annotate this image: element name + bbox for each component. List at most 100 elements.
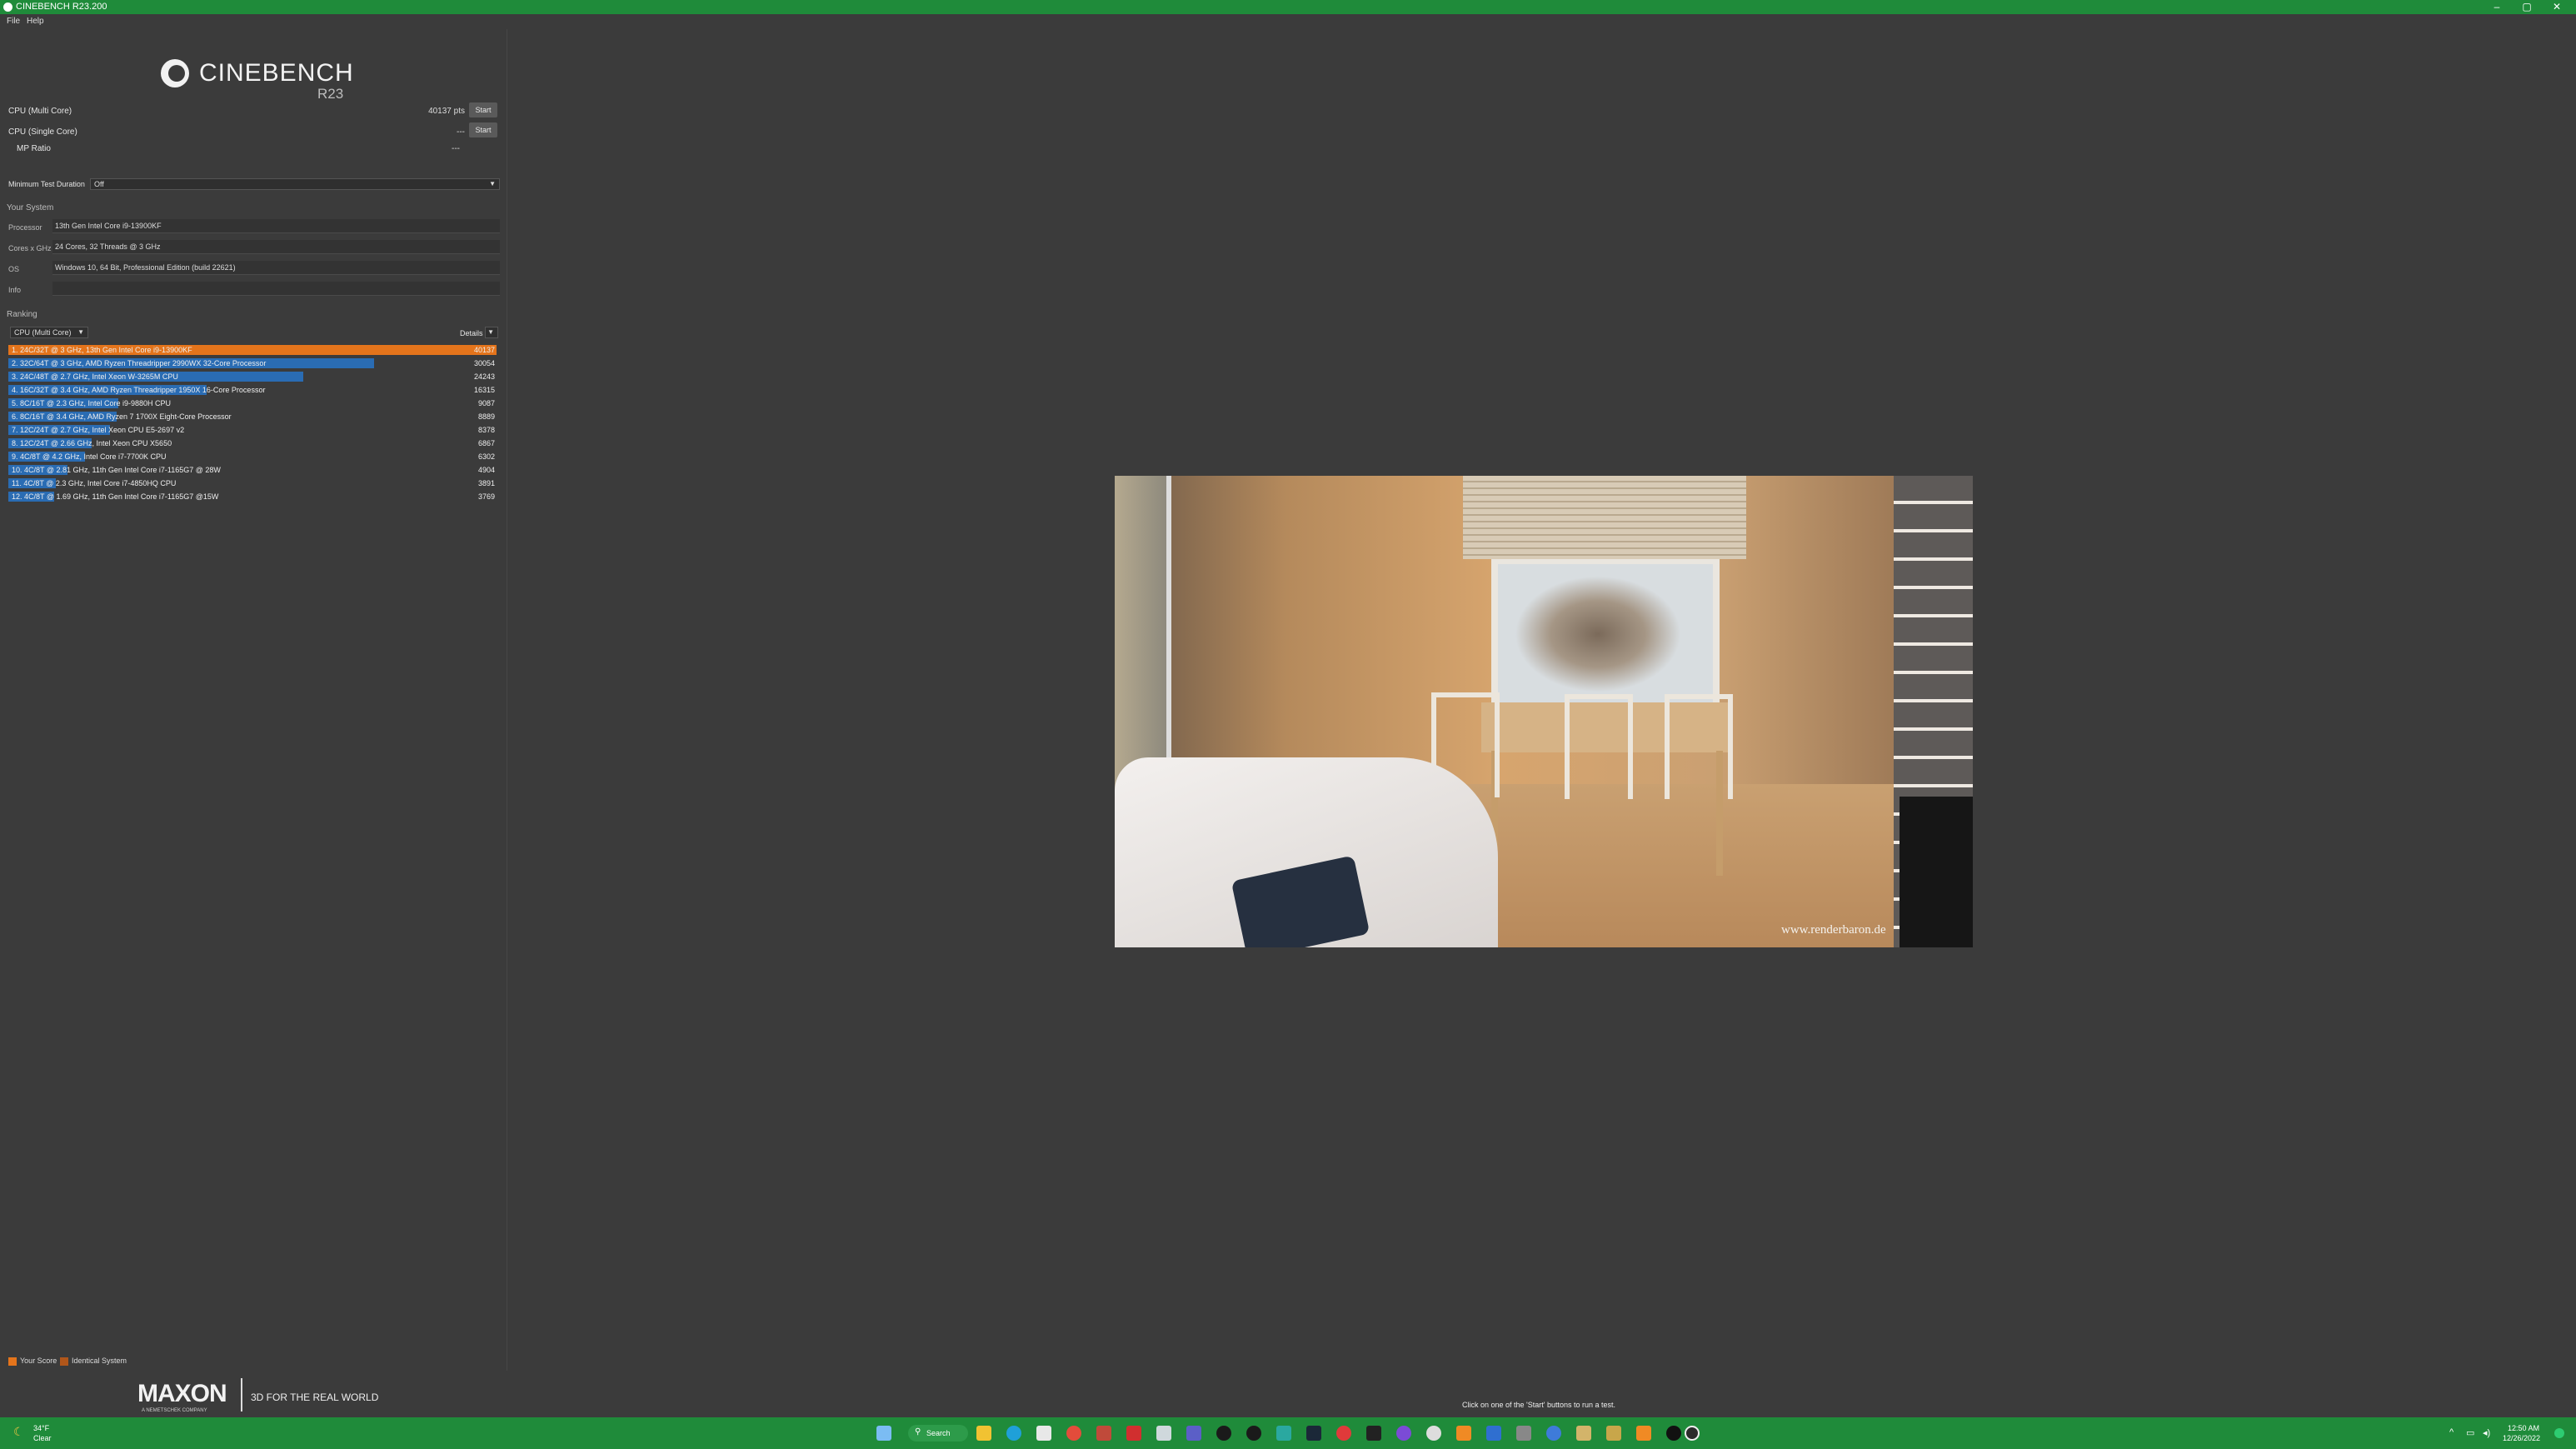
app-icon[interactable] [1336,1426,1351,1441]
search-label: Search [926,1429,951,1437]
cinebench-taskbar-icon[interactable] [1685,1426,1700,1441]
ranking-row-score: 8889 [477,412,495,421]
app-icon[interactable] [1276,1426,1291,1441]
legend-your-score-label: Your Score [20,1357,57,1365]
ranking-row-label: 12. 4C/8T @ 1.69 GHz, 11th Gen Intel Cor… [12,492,219,501]
os-field: Windows 10, 64 Bit, Professional Edition… [52,261,500,275]
footer: MAXON A NEMETSCHEK COMPANY 3D FOR THE RE… [0,1372,2576,1417]
cores-field: 24 Cores, 32 Threads @ 3 GHz [52,240,500,254]
render-tree [1515,576,1681,692]
app-icon[interactable] [1486,1426,1501,1441]
maxon-sub: A NEMETSCHEK COMPANY [142,1408,207,1413]
ranking-row-score: 16315 [473,386,495,394]
ranking-row[interactable]: 10. 4C/8T @ 2.81 GHz, 11th Gen Intel Cor… [8,465,497,475]
vlc-icon[interactable] [1456,1426,1471,1441]
clock-date[interactable]: 12/26/2022 [2503,1434,2540,1442]
ranking-heading: Ranking [7,310,37,319]
ranking-row[interactable]: 8. 12C/24T @ 2.66 GHz, Intel Xeon CPU X5… [8,438,497,448]
min-duration-select[interactable]: Off ▼ [90,178,500,190]
aida64-icon[interactable] [1126,1426,1141,1441]
app-icon[interactable] [1366,1426,1381,1441]
search-box[interactable]: ⚲ Search [908,1425,968,1442]
info-field[interactable] [52,282,500,296]
ranking-row[interactable]: 6. 8C/16T @ 3.4 GHz, AMD Ryzen 7 1700X E… [8,412,497,422]
app-icon[interactable] [1666,1426,1681,1441]
steam-icon[interactable] [1306,1426,1321,1441]
chevron-up-icon[interactable]: ^ [2449,1427,2454,1437]
min-duration-value: Off [94,180,104,188]
ranking-row[interactable]: 5. 8C/16T @ 2.3 GHz, Intel Core i9-9880H… [8,398,497,408]
render-chair [1565,694,1633,799]
weather-condition[interactable]: Clear [33,1434,52,1442]
xbox-icon[interactable] [1216,1426,1231,1441]
ranking-row-score: 40137 [473,346,495,354]
chevron-down-icon: ▼ [77,328,84,336]
ranking-row[interactable]: 1. 24C/32T @ 3 GHz, 13th Gen Intel Core … [8,345,497,355]
app-icon[interactable] [1246,1426,1261,1441]
logo-version: R23 [317,86,344,102]
app-icon[interactable] [1576,1426,1591,1441]
ranking-mode-value: CPU (Multi Core) [14,328,72,337]
ranking-row-label: 2. 32C/64T @ 3 GHz, AMD Ryzen Threadripp… [12,359,267,367]
render-blinds [1463,476,1746,559]
ranking-row-label: 11. 4C/8T @ 2.3 GHz, Intel Core i7-4850H… [12,479,177,487]
start-icon[interactable] [876,1426,891,1441]
weather-temp[interactable]: 34°F [33,1424,49,1432]
app-icon[interactable] [1636,1426,1651,1441]
volume-icon[interactable]: ◂) [2483,1427,2490,1438]
logo-wordmark: CINEBENCH [199,59,354,87]
app-icon[interactable] [1096,1426,1111,1441]
menu-help[interactable]: Help [27,14,44,29]
cinebench-logo-icon [161,59,189,87]
ranking-mode-select[interactable]: CPU (Multi Core) ▼ [10,327,88,338]
min-duration-label: Minimum Test Duration [8,180,85,188]
file-explorer-icon[interactable] [976,1426,991,1441]
menu-file[interactable]: File [7,14,20,29]
app-icon[interactable] [1546,1426,1561,1441]
ranking-row[interactable]: 2. 32C/64T @ 3 GHz, AMD Ryzen Threadripp… [8,358,497,368]
multi-core-score: 40137 pts [428,107,465,116]
ranking-row[interactable]: 7. 12C/24T @ 2.7 GHz, Intel Xeon CPU E5-… [8,425,497,435]
minimize-button[interactable]: – [2483,0,2511,14]
app-icon[interactable] [1186,1426,1201,1441]
ranking-row-label: 5. 8C/16T @ 2.3 GHz, Intel Core i9-9880H… [12,399,172,407]
status-hint: Click on one of the 'Start' buttons to r… [1462,1401,1616,1409]
ranking-row-score: 3891 [477,479,495,487]
chevron-down-icon: ▼ [487,328,494,336]
multi-core-start-button[interactable]: Start [469,102,497,117]
legend-identical-system: Identical System [60,1357,127,1366]
edge-icon[interactable] [1006,1426,1021,1441]
processor-field: 13th Gen Intel Core i9-13900KF [52,219,500,233]
control-panel: CINEBENCH R23 CPU (Multi Core) 40137 pts… [0,29,507,1371]
app-icon[interactable] [1156,1426,1171,1441]
mp-ratio-value: --- [452,144,460,153]
clock-time[interactable]: 12:50 AM [2508,1424,2539,1432]
tagline: 3D FOR THE REAL WORLD [251,1392,379,1403]
info-label: Info [8,286,22,294]
network-icon[interactable]: ▭ [2466,1427,2474,1438]
window-title: CINEBENCH R23.200 [16,2,107,12]
app-icon[interactable] [1516,1426,1531,1441]
close-button[interactable]: ✕ [2543,0,2571,14]
store-icon[interactable] [1036,1426,1051,1441]
maximize-button[interactable]: ▢ [2513,0,2541,14]
identical-system-swatch [60,1357,68,1366]
ranking-row[interactable]: 12. 4C/8T @ 1.69 GHz, 11th Gen Intel Cor… [8,492,497,502]
ranking-row[interactable]: 9. 4C/8T @ 4.2 GHz, Intel Core i7-7700K … [8,452,497,462]
notification-icon[interactable] [2554,1428,2564,1438]
ranking-row-score: 9087 [477,399,495,407]
app-icon[interactable] [1606,1426,1621,1441]
ranking-row[interactable]: 11. 4C/8T @ 2.3 GHz, Intel Core i7-4850H… [8,478,497,488]
details-toggle[interactable]: ▼ [485,327,498,338]
ranking-row[interactable]: 4. 16C/32T @ 3.4 GHz, AMD Ryzen Threadri… [8,385,497,395]
legend-your-score: Your Score [8,1357,57,1366]
render-chair [1665,694,1733,799]
ranking-row[interactable]: 3. 24C/48T @ 2.7 GHz, Intel Xeon W-3265M… [8,372,497,382]
render-speaker [1900,797,1973,947]
app-icon[interactable] [1426,1426,1441,1441]
menu-bar: File Help [0,14,2576,29]
single-core-start-button[interactable]: Start [469,122,497,137]
chrome-icon[interactable] [1066,1426,1081,1441]
app-icon[interactable] [1396,1426,1411,1441]
cinebench-logo: CINEBENCH R23 [161,44,361,102]
